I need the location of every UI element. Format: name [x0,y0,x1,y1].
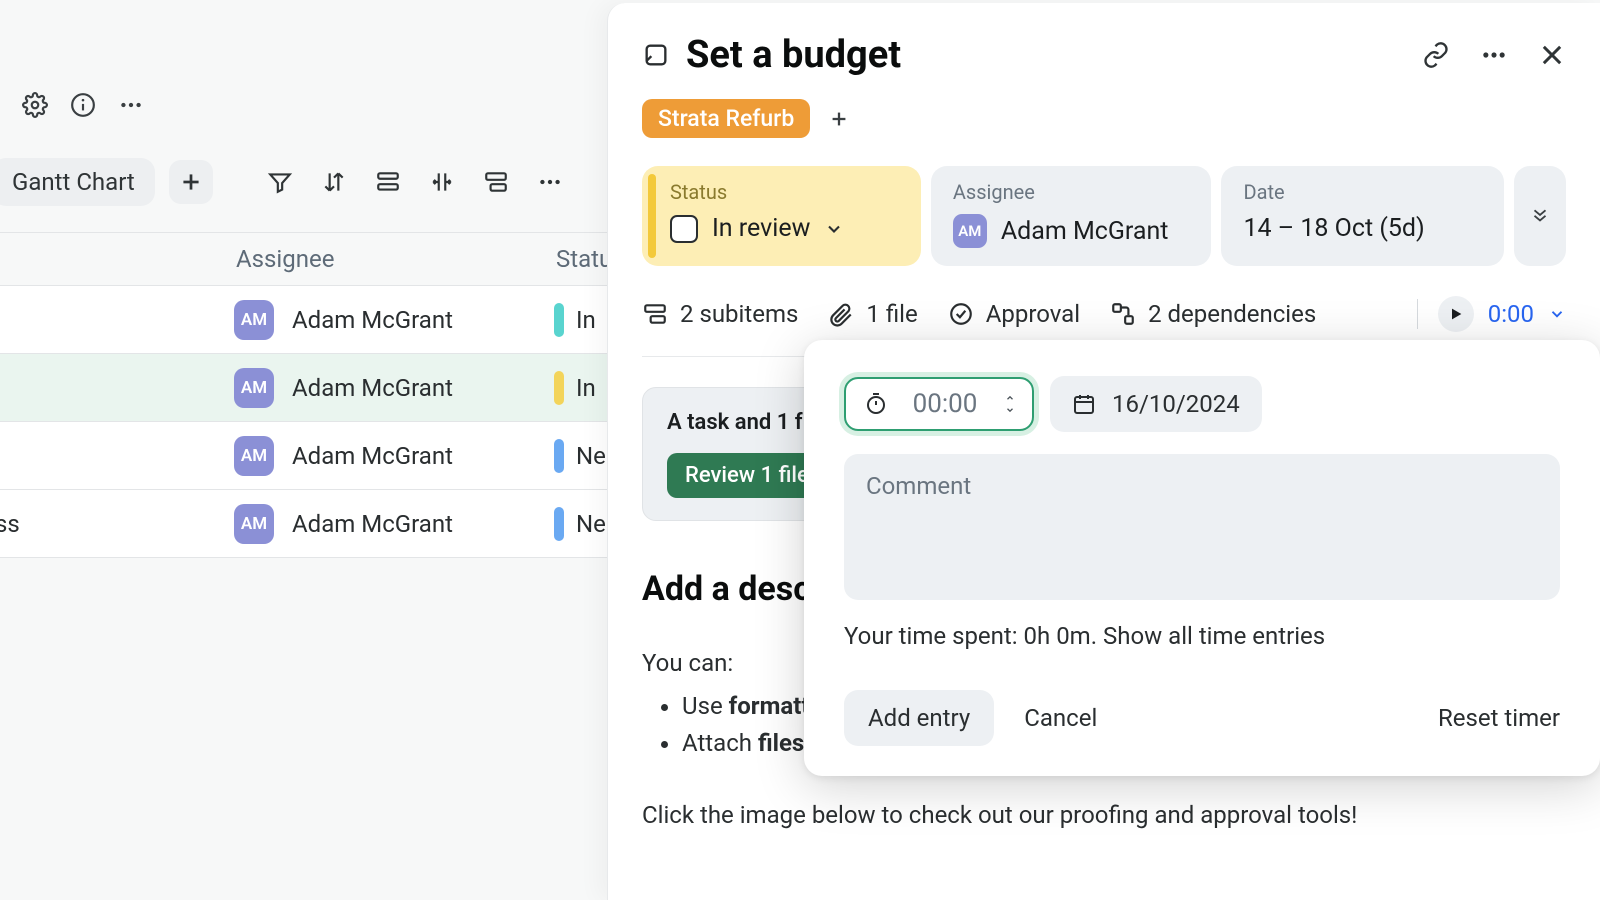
status-text: Ne [576,510,606,538]
status-color-bar [554,439,564,473]
add-tag-button[interactable] [828,108,850,130]
time-input[interactable]: 00:00 [844,377,1034,431]
avatar: AM [234,300,274,340]
date-value: 16/10/2024 [1112,390,1240,418]
status-color-bar [554,371,564,405]
avatar: AM [953,214,987,248]
status-text: In [576,374,596,402]
task-icon [642,41,670,69]
subitems-link[interactable]: 2 subitems [642,300,798,328]
gear-icon[interactable] [22,92,48,118]
more-icon[interactable] [537,169,563,195]
close-icon[interactable] [1538,41,1566,69]
info-icon[interactable] [70,92,96,118]
project-tag[interactable]: Strata Refurb [642,99,810,138]
row-text-partial: ss [0,510,20,538]
approval-banner: A task and 1 f Review 1 file [642,387,822,521]
avatar: AM [234,504,274,544]
group-icon[interactable] [483,169,509,195]
filter-icon[interactable] [267,169,293,195]
link-icon[interactable] [1422,41,1450,69]
complete-checkbox[interactable] [670,215,698,243]
time-spent-line[interactable]: Your time spent: 0h 0m. Show all time en… [844,622,1560,650]
assignee-name: Adam McGrant [1001,217,1169,246]
status-label: Status [670,180,899,204]
sort-icon[interactable] [321,169,347,195]
assignee-name: Adam McGrant [292,374,453,402]
banner-text: A task and 1 f [667,410,803,435]
add-entry-button[interactable]: Add entry [844,690,994,746]
add-view-button[interactable] [169,160,213,204]
calendar-icon [1072,392,1096,416]
more-icon[interactable] [118,92,144,118]
cancel-button[interactable]: Cancel [1024,704,1097,732]
avatar: AM [234,368,274,408]
status-color-bar [554,303,564,337]
avatar: AM [234,436,274,476]
comment-input[interactable]: Comment [844,454,1560,600]
top-toolbar [22,92,144,118]
time-value: 00:00 [913,389,978,419]
status-text: In [576,306,596,334]
reset-timer-button[interactable]: Reset timer [1438,704,1560,732]
review-files-button[interactable]: Review 1 file [667,453,822,498]
date-input[interactable]: 16/10/2024 [1050,376,1262,432]
date-card[interactable]: Date 14 – 18 Oct (5d) [1221,166,1504,266]
rows-icon[interactable] [375,169,401,195]
panel-title: Set a budget [642,33,901,77]
date-label: Date [1243,180,1482,204]
chevron-down-icon[interactable] [824,219,844,239]
date-value: 14 – 18 Oct (5d) [1243,214,1424,243]
time-entry-popover: 00:00 16/10/2024 Comment Your time spent… [804,340,1600,776]
stopwatch-icon [864,392,888,416]
view-tab-gantt[interactable]: Gantt Chart [0,158,155,206]
assignee-card[interactable]: Assignee AM Adam McGrant [931,166,1212,266]
time-stepper[interactable] [1002,393,1018,415]
more-icon[interactable] [1480,41,1508,69]
views-bar: Gantt Chart [0,158,563,206]
column-width-icon[interactable] [429,169,455,195]
assignee-name: Adam McGrant [292,306,453,334]
assignee-name: Adam McGrant [292,442,453,470]
status-value: In review [712,214,810,243]
expand-fields-button[interactable] [1514,166,1566,266]
status-card[interactable]: Status In review [642,166,921,266]
assignee-label: Assignee [953,180,1190,204]
status-text: Ne [576,442,606,470]
col-header-assignee[interactable]: Assignee [236,245,334,273]
status-color-bar [554,507,564,541]
assignee-name: Adam McGrant [292,510,453,538]
